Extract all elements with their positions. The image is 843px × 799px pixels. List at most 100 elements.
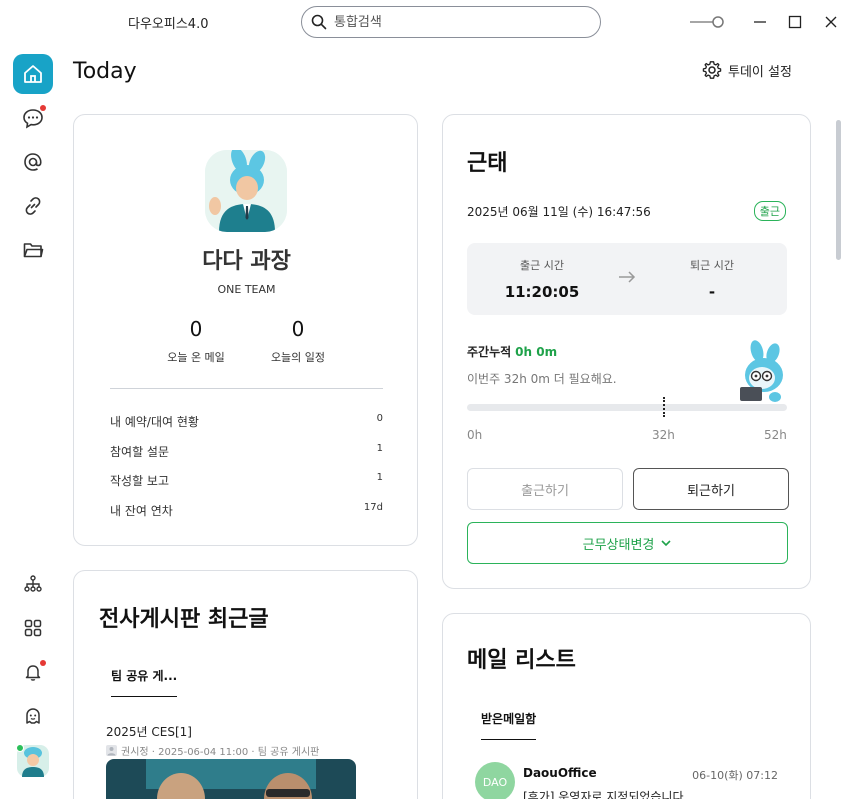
at-sign-icon [24, 153, 42, 171]
weekly-label: 주간누적 [467, 345, 512, 359]
scrollbar[interactable] [836, 120, 841, 260]
minimize-icon [754, 21, 766, 23]
row-label: 내 예약/대여 현황 [110, 415, 199, 429]
attendance-datetime: 2025년 06월 11일 (수) 16:47:56 [467, 205, 651, 219]
row-label: 참여할 설문 [110, 445, 170, 459]
zoom-slider[interactable] [690, 14, 726, 30]
work-status-label: 근무상태변경 [582, 537, 655, 553]
mail-list-title: 메일 리스트 [467, 648, 576, 673]
user-icon [106, 745, 117, 756]
status-badge: 출근 [753, 201, 786, 221]
check-out-button[interactable]: 퇴근하기 [633, 468, 789, 510]
page-title: Today [73, 59, 137, 84]
attendance-card: 근태 2025년 06월 11일 (수) 16:47:56 출근 출근 시간 1… [442, 114, 811, 589]
maximize-button[interactable] [785, 12, 805, 32]
close-icon [825, 16, 837, 28]
stat-value: 0 [291, 317, 305, 341]
tab-team-share[interactable]: 팀 공유 게... [111, 667, 178, 697]
search-box[interactable] [301, 6, 601, 38]
nav-notifications[interactable] [13, 652, 53, 692]
post-meta: 권시정 · 2025-06-04 11:00 · 팀 공유 게시판 [106, 743, 319, 758]
work-time-box: 출근 시간 11:20:05 퇴근 시간 - [467, 243, 787, 315]
mascot-character [740, 340, 783, 402]
mail-list-card: 메일 리스트 받은메일함 DAO DaouOffice 06-10(화) 07:… [442, 613, 811, 799]
weekly-value: 0h 0m [515, 345, 558, 359]
profile-avatar [205, 150, 287, 232]
link-icon [25, 197, 41, 215]
mail-sender-avatar: DAO [475, 762, 515, 799]
nav-org-chart[interactable] [13, 564, 53, 604]
app-title: 다우오피스4.0 [128, 17, 209, 32]
profile-row-reservations[interactable]: 내 예약/대여 현황 0 [110, 413, 383, 433]
nav-mail[interactable] [13, 142, 53, 182]
weekly-note: 이번주 32h 0m 더 필요해요. [467, 372, 617, 386]
company-board-card: 전사게시판 최근글 팀 공유 게... 2025년 CES[1] 권시정 · 2… [73, 570, 418, 799]
row-value: 1 [376, 443, 383, 454]
folder-icon [23, 243, 44, 258]
home-icon [24, 65, 42, 83]
row-value: 1 [376, 472, 383, 483]
notification-dot [40, 660, 46, 666]
post-image [106, 759, 356, 799]
profile-row-reports[interactable]: 작성할 보고 1 [110, 472, 383, 492]
unread-dot [40, 105, 46, 111]
post-meta-text: 권시정 · 2025-06-04 11:00 · 팀 공유 게시판 [121, 747, 320, 758]
row-value: 0 [376, 413, 383, 424]
change-work-status-button[interactable]: 근무상태변경 [467, 522, 788, 564]
profile-card: 다다 과장 ONE TEAM 0 오늘 온 메일 0 오늘의 일정 내 예약/대… [73, 114, 418, 546]
tick-label: 32h [652, 428, 675, 442]
org-chart-icon [24, 575, 42, 592]
nav-links[interactable] [13, 186, 53, 226]
check-in-button[interactable]: 출근하기 [467, 468, 623, 510]
check-out-value: - [708, 283, 716, 301]
stat-label: 오늘 온 메일 [167, 351, 225, 364]
check-out-label: 퇴근 시간 [690, 259, 734, 272]
mail-subject[interactable]: [휴가] 운영자로 지정되었습니다. [523, 788, 687, 799]
tab-inbox[interactable]: 받은메일함 [481, 710, 537, 740]
close-button[interactable] [821, 12, 841, 32]
attendance-title: 근태 [467, 151, 508, 176]
search-input[interactable] [334, 12, 584, 32]
user-avatar[interactable] [16, 744, 50, 778]
nav-files[interactable] [13, 230, 53, 270]
nav-apps[interactable] [13, 608, 53, 648]
divider [110, 388, 383, 389]
profile-row-leave[interactable]: 내 잔여 연차 17d [110, 502, 383, 522]
row-label: 작성할 보고 [110, 474, 170, 488]
sidebar [0, 44, 66, 799]
online-status-dot [16, 744, 24, 752]
profile-photo [205, 150, 287, 232]
profile-team: ONE TEAM [217, 283, 276, 296]
chevron-down-icon [661, 540, 671, 547]
nav-messenger[interactable] [13, 98, 53, 138]
tick-label: 0h [467, 428, 483, 442]
stat-label: 오늘의 일정 [270, 351, 326, 364]
board-title: 전사게시판 최근글 [99, 607, 269, 632]
check-out-time: 퇴근 시간 - [652, 257, 772, 301]
check-in-value: 11:20:05 [504, 283, 580, 301]
mail-sender[interactable]: DaouOffice [523, 766, 597, 780]
gear-icon [702, 61, 722, 79]
profile-row-surveys[interactable]: 참여할 설문 1 [110, 443, 383, 463]
stat-today-mail[interactable]: 0 오늘 온 메일 [141, 317, 251, 365]
today-settings-label: 투데이 설정 [728, 64, 792, 80]
today-settings-button[interactable]: 투데이 설정 [702, 60, 792, 80]
post-thumbnail[interactable] [106, 759, 356, 799]
stat-today-schedule[interactable]: 0 오늘의 일정 [243, 317, 353, 365]
post-title[interactable]: 2025년 CES[1] [106, 723, 192, 740]
nav-home[interactable] [13, 54, 53, 94]
weekly-progress-bar [467, 404, 787, 411]
nav-bot[interactable] [13, 696, 53, 736]
maximize-icon [788, 15, 802, 29]
target-hours-marker [662, 397, 665, 417]
title-bar: 다우오피스4.0 [0, 0, 843, 44]
row-label: 내 잔여 연차 [110, 504, 173, 518]
row-value: 17d [363, 502, 383, 513]
minimize-button[interactable] [750, 12, 770, 32]
tick-label: 52h [764, 428, 787, 442]
check-in-label: 출근 시간 [520, 259, 564, 272]
mail-date: 06-10(화) 07:12 [692, 769, 778, 782]
weekly-total: 주간누적 0h 0m [467, 343, 557, 360]
profile-name: 다다 과장 [202, 249, 291, 274]
stat-value: 0 [189, 317, 203, 341]
